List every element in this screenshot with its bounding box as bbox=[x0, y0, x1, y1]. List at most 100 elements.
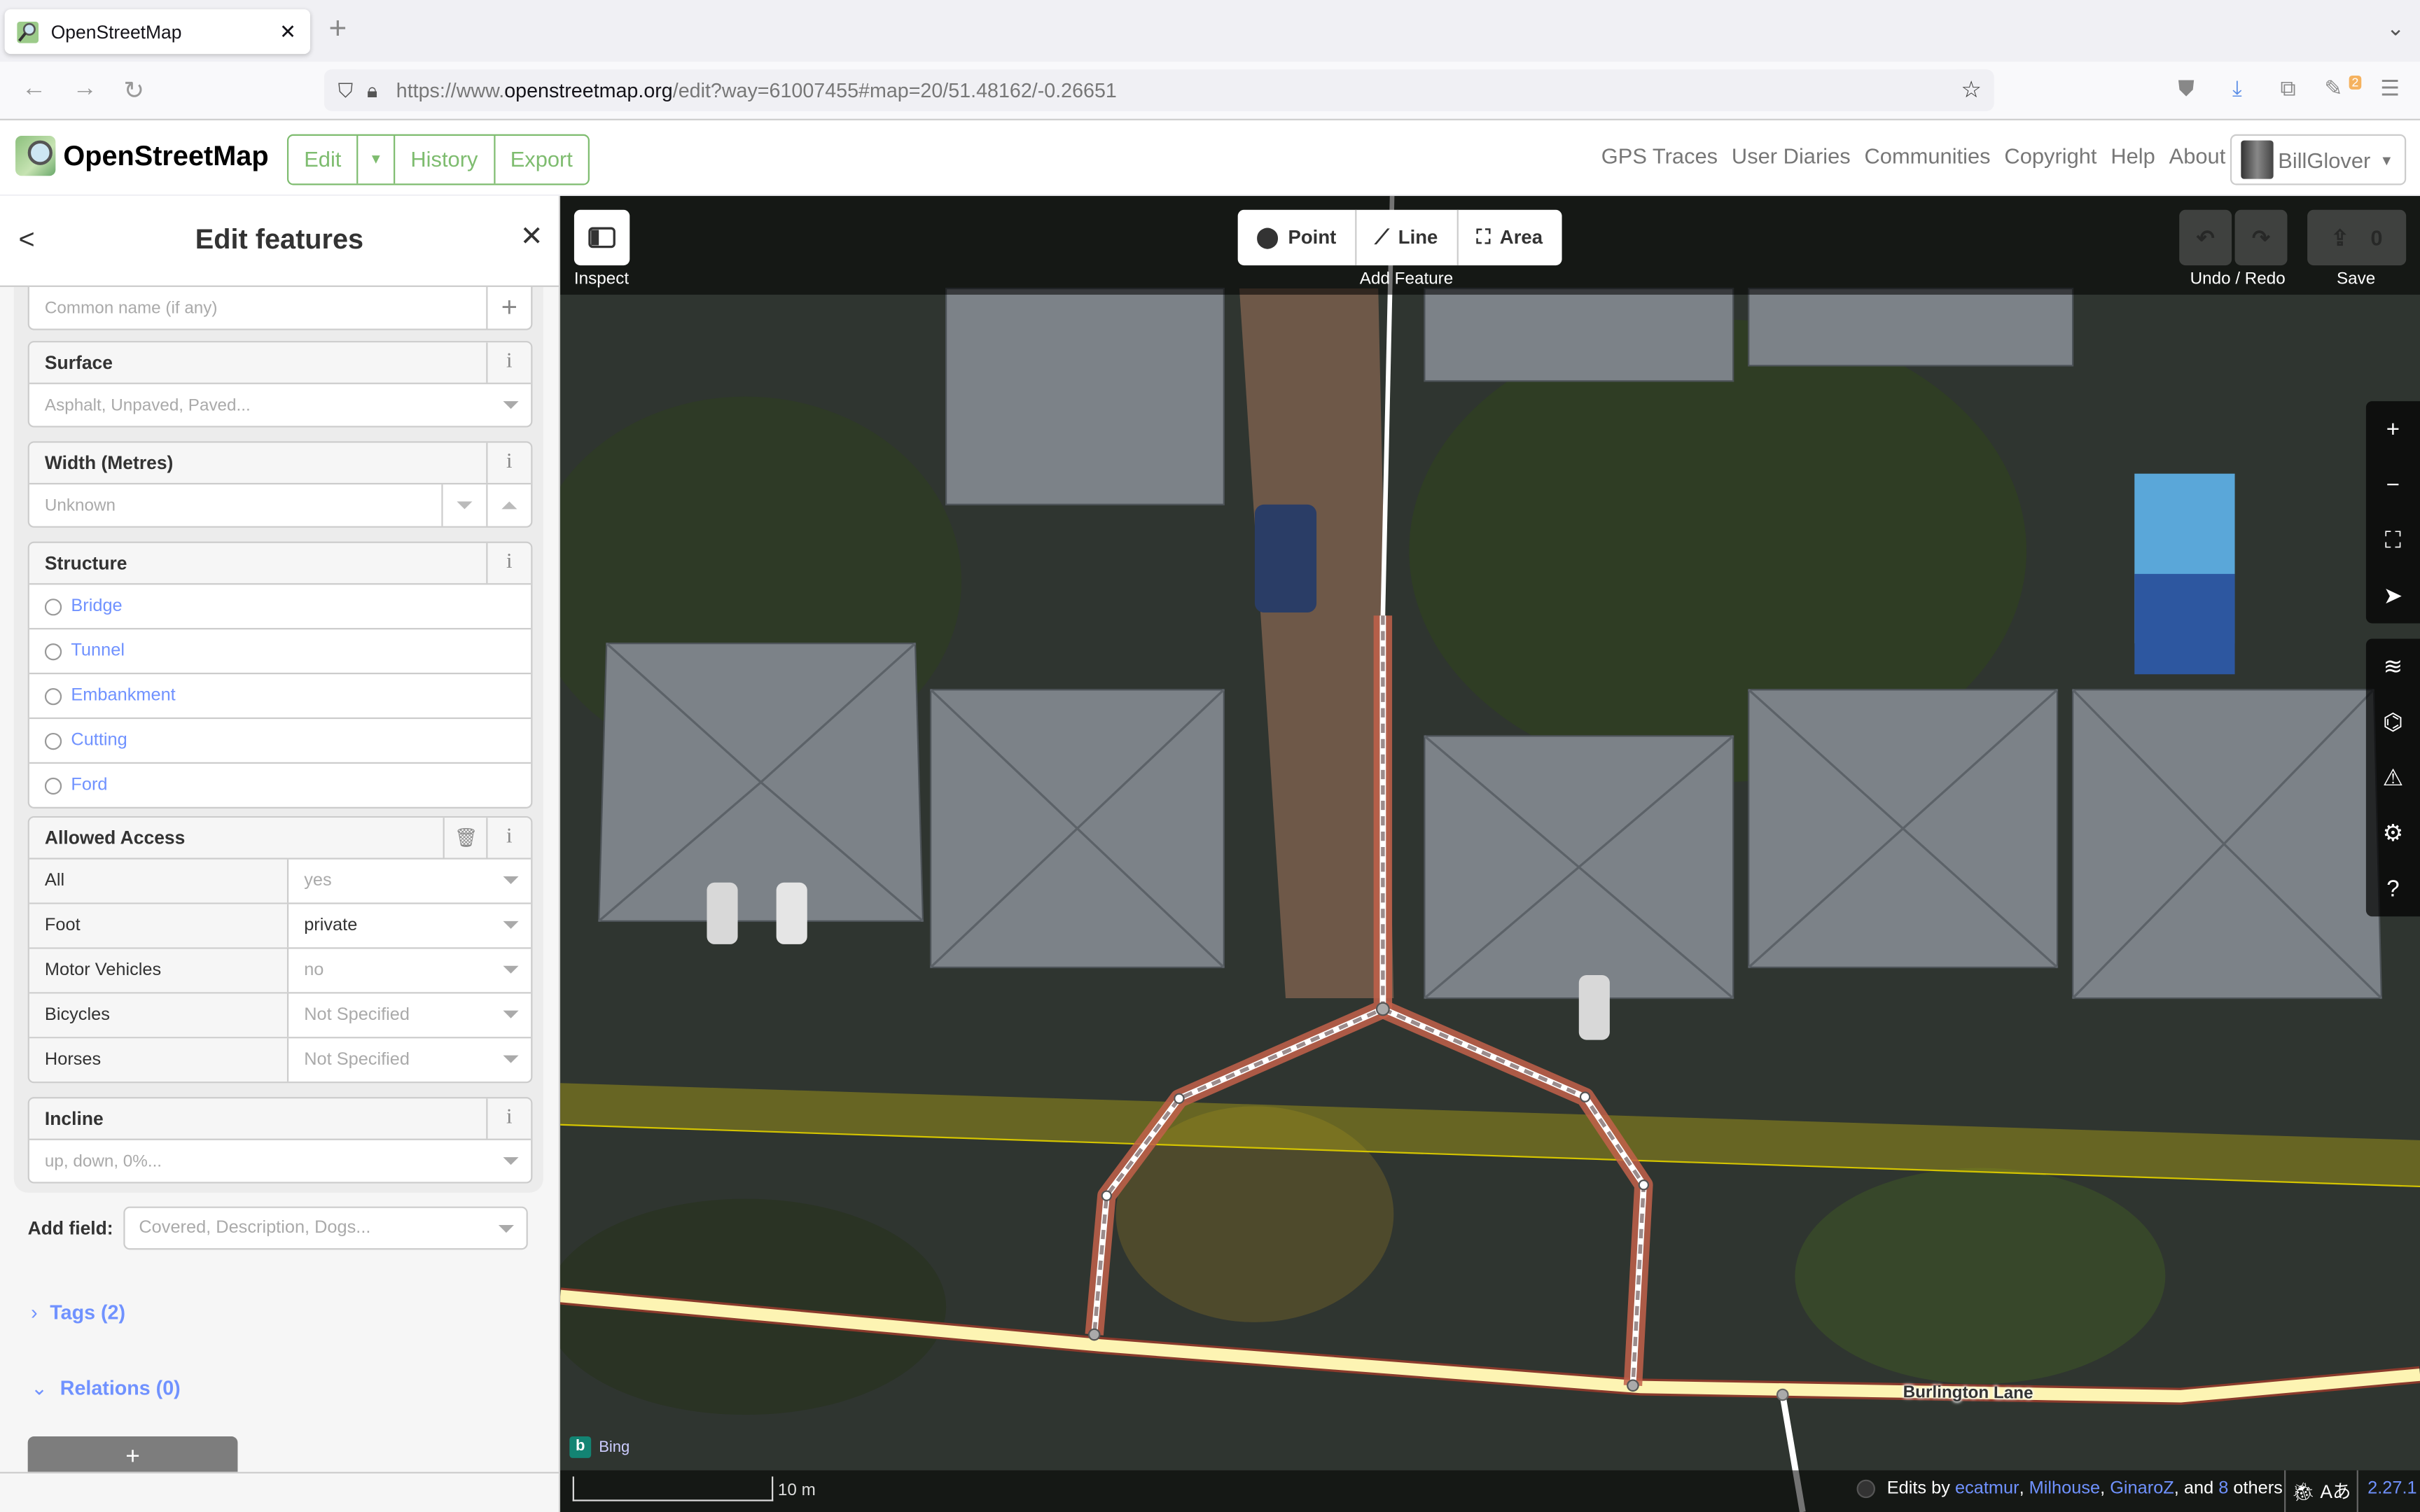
shield-icon[interactable]: ⛉ bbox=[338, 78, 354, 102]
access-key: Horses bbox=[29, 1038, 289, 1082]
inspect-button[interactable] bbox=[573, 209, 630, 266]
geolocate-icon[interactable]: ➤ bbox=[2366, 568, 2420, 623]
radio-circle-icon bbox=[44, 732, 62, 750]
info-icon[interactable]: i bbox=[486, 542, 531, 584]
access-value-combo[interactable]: yes bbox=[288, 860, 531, 903]
list-all-tabs-icon[interactable]: ⌄ bbox=[2386, 15, 2405, 41]
increment-button[interactable] bbox=[486, 484, 531, 526]
info-icon[interactable]: i bbox=[486, 442, 531, 483]
nav-about[interactable]: About bbox=[2169, 144, 2226, 168]
surface-combo[interactable]: Asphalt, Unpaved, Paved... bbox=[29, 384, 531, 426]
redo-button[interactable]: ↷ bbox=[2234, 209, 2288, 266]
user-menu[interactable]: BillGlover ▼ bbox=[2230, 134, 2407, 186]
zoom-in-icon[interactable]: + bbox=[2366, 401, 2420, 456]
translate-icon[interactable]: Aあ bbox=[2320, 1478, 2351, 1504]
imagery-name: Bing bbox=[599, 1438, 630, 1456]
upload-icon: ⇪ bbox=[2330, 224, 2349, 249]
radio-embankment[interactable]: Embankment bbox=[29, 672, 531, 718]
close-icon[interactable]: ✕ bbox=[520, 220, 543, 253]
add-area-button[interactable]: ⛶ Area bbox=[1458, 210, 1561, 265]
undo-icon: ↶ bbox=[2196, 224, 2215, 249]
info-icon[interactable]: i bbox=[486, 342, 531, 383]
issues-warning-icon[interactable]: ⚠ bbox=[2366, 750, 2420, 805]
zoom-out-icon[interactable]: − bbox=[2366, 456, 2420, 512]
others-link[interactable]: 8 bbox=[2218, 1480, 2228, 1498]
point-label: Point bbox=[1288, 227, 1337, 248]
save-button[interactable]: ⇪ 0 bbox=[2307, 209, 2407, 266]
zoom-to-selection-icon[interactable]: ⛶ bbox=[2366, 512, 2420, 568]
map-pin-icon: ⬤ bbox=[1256, 225, 1279, 248]
imagery-attribution[interactable]: b Bing bbox=[569, 1436, 630, 1458]
url-text[interactable]: https://www.openstreetmap.org/edit?way=6… bbox=[396, 78, 1117, 102]
incline-combo[interactable]: up, down, 0%... bbox=[29, 1140, 531, 1182]
extensions-puzzle-icon[interactable]: ⧉ bbox=[2274, 76, 2303, 102]
nav-help[interactable]: Help bbox=[2110, 144, 2155, 168]
menu-hamburger-icon[interactable]: ☰ bbox=[2375, 76, 2405, 102]
osm-logo[interactable]: OpenStreetMap bbox=[15, 135, 269, 176]
radio-cutting[interactable]: Cutting bbox=[29, 717, 531, 762]
decrement-button[interactable] bbox=[441, 484, 486, 526]
radio-bridge[interactable]: Bridge bbox=[29, 584, 531, 628]
user-link[interactable]: GinaroZ bbox=[2110, 1480, 2174, 1498]
bookmark-star-icon[interactable]: ☆ bbox=[1961, 76, 1982, 103]
width-input[interactable]: Unknown bbox=[29, 484, 531, 526]
reload-icon[interactable]: ↻ bbox=[123, 76, 144, 106]
export-button[interactable]: Export bbox=[495, 136, 588, 183]
browser-tab[interactable]: OpenStreetMap ✕ bbox=[4, 9, 311, 55]
map-canvas[interactable]: Burlington Lane Inspect ⬤ Point ⟋ Line ⛶ Ar… bbox=[560, 195, 2420, 1512]
access-value-combo[interactable]: Not Specified bbox=[288, 1038, 531, 1082]
back-arrow-icon[interactable]: ← bbox=[22, 76, 46, 104]
add-relation-button[interactable]: + bbox=[27, 1436, 238, 1472]
attribution-prefix: Edits by bbox=[1886, 1479, 1950, 1499]
access-value: private bbox=[304, 916, 358, 935]
add-line-button[interactable]: ⟋ Line bbox=[1356, 209, 1459, 266]
preferences-icon[interactable]: ⚙ bbox=[2366, 806, 2420, 861]
url-bar[interactable]: ⛉ 🔒︎ https://www.openstreetmap.org/edit?… bbox=[324, 69, 1994, 111]
incline-field: Incline i up, down, 0%... bbox=[27, 1097, 533, 1184]
access-value-combo[interactable]: Not Specified bbox=[288, 993, 531, 1037]
nav-gps-traces[interactable]: GPS Traces bbox=[1601, 144, 1718, 168]
forward-arrow-icon[interactable]: → bbox=[73, 76, 97, 104]
scale-bar[interactable] bbox=[572, 1476, 774, 1502]
layers-icon[interactable]: ≋ bbox=[2366, 638, 2420, 694]
add-localized-name-button[interactable]: + bbox=[486, 286, 531, 329]
version-link[interactable]: 2.27.1 bbox=[2367, 1480, 2416, 1498]
access-row-horses: Horses Not Specified bbox=[29, 1037, 531, 1082]
access-value-combo[interactable]: private bbox=[288, 904, 531, 948]
report-bug-icon[interactable]: 🐞︎ bbox=[2291, 1480, 2315, 1502]
help-icon[interactable]: ? bbox=[2366, 861, 2420, 916]
close-tab-icon[interactable]: ✕ bbox=[279, 20, 296, 44]
undo-button[interactable]: ↶ bbox=[2179, 209, 2232, 266]
user-link[interactable]: ecatmur bbox=[1955, 1480, 2019, 1498]
add-point-button[interactable]: ⬤ Point bbox=[1238, 209, 1356, 266]
download-icon[interactable]: ⤓ bbox=[2223, 76, 2252, 102]
relations-section-toggle[interactable]: ⌄ Relations (0) bbox=[31, 1376, 181, 1401]
nav-communities[interactable]: Communities bbox=[1865, 144, 1991, 168]
history-button[interactable]: History bbox=[395, 135, 495, 184]
radio-tunnel[interactable]: Tunnel bbox=[29, 628, 531, 673]
access-value-combo[interactable]: no bbox=[288, 949, 531, 993]
trash-icon[interactable]: 🗑︎ bbox=[443, 818, 488, 858]
scale-label: 10 m bbox=[777, 1480, 816, 1500]
access-key: Motor Vehicles bbox=[29, 948, 289, 993]
lock-icon[interactable]: 🔒︎ bbox=[367, 78, 377, 102]
radio-ford[interactable]: Ford bbox=[29, 762, 531, 807]
edit-button[interactable]: Edit bbox=[288, 135, 359, 184]
map-data-icon[interactable]: ⌬ bbox=[2366, 694, 2420, 750]
nav-copyright[interactable]: Copyright bbox=[2004, 144, 2096, 168]
nav-user-diaries[interactable]: User Diaries bbox=[1732, 144, 1851, 168]
sidebar-body[interactable]: Common name (if any) + Surface i Asphalt,… bbox=[0, 286, 559, 1472]
pocket-icon[interactable]: ⛊ bbox=[2171, 76, 2201, 102]
info-icon[interactable]: i bbox=[486, 1098, 531, 1139]
tags-section-toggle[interactable]: › Tags (2) bbox=[31, 1301, 125, 1324]
edit-dropdown-button[interactable]: ▼ bbox=[359, 135, 396, 184]
info-icon[interactable]: i bbox=[486, 818, 531, 858]
user-link[interactable]: Milhouse bbox=[2029, 1480, 2100, 1498]
save-label: Save bbox=[2337, 270, 2376, 289]
access-value: Not Specified bbox=[304, 1006, 410, 1025]
extension-icon[interactable]: ✎ 2 bbox=[2324, 76, 2362, 102]
add-field-combo[interactable]: Covered, Description, Dogs... bbox=[123, 1206, 528, 1250]
new-tab-button[interactable]: + bbox=[328, 14, 347, 45]
name-input[interactable]: Common name (if any) + bbox=[29, 286, 531, 329]
access-value: Not Specified bbox=[304, 1050, 410, 1070]
